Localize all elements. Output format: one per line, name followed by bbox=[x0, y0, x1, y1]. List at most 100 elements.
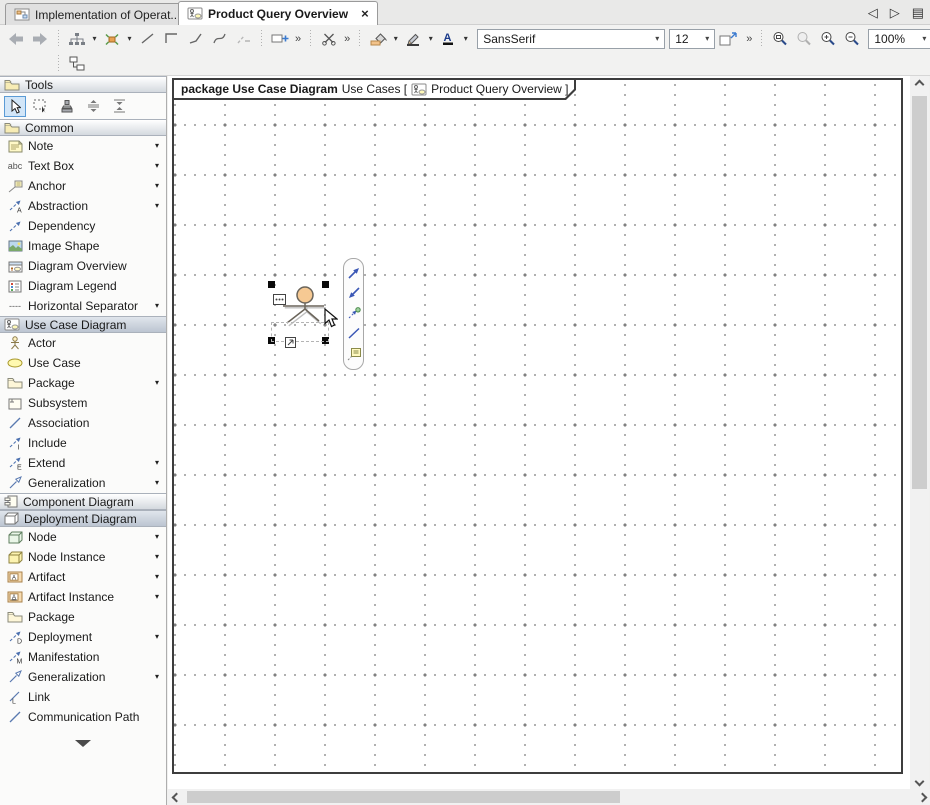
show-containment-button[interactable] bbox=[65, 53, 89, 75]
chevron-down-icon[interactable]: ▾ bbox=[155, 161, 159, 170]
layout-tree-button[interactable] bbox=[65, 28, 89, 50]
diagram-canvas[interactable]: package Use Case Diagram Use Cases [ Pro… bbox=[168, 76, 910, 789]
palette-item-node[interactable]: Node ▾ bbox=[0, 527, 166, 547]
chevron-down-icon[interactable]: ▾ bbox=[390, 34, 401, 43]
path-style-dashed-button[interactable] bbox=[231, 28, 255, 50]
scroll-up-button[interactable] bbox=[911, 76, 927, 92]
palette-item-dependency[interactable]: Dependency bbox=[0, 216, 166, 236]
vertical-scrollbar-thumb[interactable] bbox=[912, 96, 927, 489]
scroll-left-button[interactable] bbox=[168, 789, 184, 805]
fit-in-window-button[interactable] bbox=[768, 28, 792, 50]
vertical-scrollbar[interactable] bbox=[910, 76, 929, 789]
chevron-down-icon[interactable]: ▾ bbox=[155, 672, 159, 681]
path-style-straight-button[interactable] bbox=[135, 28, 159, 50]
zoom-in-button[interactable] bbox=[816, 28, 840, 50]
actor-name-box[interactable] bbox=[271, 322, 329, 342]
selection-tool-button[interactable] bbox=[4, 96, 26, 117]
chevron-down-icon[interactable]: ▾ bbox=[155, 378, 159, 387]
marquee-tool-button[interactable] bbox=[30, 96, 52, 117]
palette-item-diagram-overview[interactable]: Diagram Overview bbox=[0, 256, 166, 276]
quick-layout-button[interactable] bbox=[100, 28, 124, 50]
autosize-button[interactable] bbox=[715, 28, 743, 50]
font-size-select[interactable]: 12 ▾ bbox=[669, 29, 715, 49]
palette-item-artifact[interactable]: A Artifact ▾ bbox=[0, 567, 166, 587]
palette-section-use-case-diagram[interactable]: Use Case Diagram bbox=[0, 316, 166, 333]
chevron-down-icon[interactable]: ▾ bbox=[89, 34, 100, 43]
chevron-down-icon[interactable]: ▾ bbox=[155, 478, 159, 487]
palette-item-include[interactable]: I Include bbox=[0, 433, 166, 453]
palette-item-subsystem[interactable]: Subsystem bbox=[0, 393, 166, 413]
palette-item-use-case[interactable]: Use Case bbox=[0, 353, 166, 373]
palette-item-deployment-generalization[interactable]: Generalization ▾ bbox=[0, 667, 166, 687]
more-buttons-chevron[interactable]: » bbox=[295, 33, 301, 45]
palette-item-communication-path[interactable]: Communication Path bbox=[0, 707, 166, 727]
scroll-down-button[interactable] bbox=[911, 773, 927, 789]
path-style-curved-button[interactable] bbox=[207, 28, 231, 50]
palette-section-tools[interactable]: Tools bbox=[0, 76, 166, 93]
palette-item-note[interactable]: Note ▾ bbox=[0, 136, 166, 156]
palette-item-actor[interactable]: Actor bbox=[0, 333, 166, 353]
chevron-down-icon[interactable]: ▾ bbox=[425, 34, 436, 43]
directed-association-in-button[interactable] bbox=[347, 287, 361, 300]
chevron-down-icon[interactable]: ▾ bbox=[155, 632, 159, 641]
zoom-level-select[interactable]: 100% ▾ bbox=[868, 29, 930, 49]
palette-item-association[interactable]: Association bbox=[0, 413, 166, 433]
palette-item-extend[interactable]: E Extend ▾ bbox=[0, 453, 166, 473]
comment-anchor-button[interactable] bbox=[347, 347, 361, 361]
palette-item-manifestation[interactable]: M Manifestation bbox=[0, 647, 166, 667]
palette-scroll-more-button[interactable] bbox=[0, 735, 166, 751]
association-button[interactable] bbox=[347, 327, 361, 340]
horizontal-scrollbar-thumb[interactable] bbox=[187, 791, 620, 803]
chevron-down-icon[interactable]: ▾ bbox=[155, 532, 159, 541]
hyperlink-icon[interactable] bbox=[285, 337, 296, 348]
palette-item-package[interactable]: Package ▾ bbox=[0, 373, 166, 393]
scroll-right-button[interactable] bbox=[914, 789, 930, 805]
palette-item-deployment-package[interactable]: Package bbox=[0, 607, 166, 627]
back-button[interactable] bbox=[4, 28, 28, 50]
previous-tab-button[interactable]: ◁ bbox=[868, 5, 878, 21]
font-color-button[interactable]: A bbox=[436, 28, 460, 50]
chevron-down-icon[interactable]: ▾ bbox=[155, 301, 159, 310]
dependency-to-target-button[interactable] bbox=[347, 307, 361, 320]
tab-implementation-of-operation[interactable]: Implementation of Operat... bbox=[5, 3, 189, 25]
palette-section-component-diagram[interactable]: Component Diagram bbox=[0, 493, 166, 510]
show-hide-parts-button[interactable] bbox=[268, 28, 292, 50]
chevron-down-icon[interactable]: ▾ bbox=[155, 458, 159, 467]
chevron-down-icon[interactable]: ▾ bbox=[155, 552, 159, 561]
palette-item-node-instance[interactable]: Node Instance ▾ bbox=[0, 547, 166, 567]
vertical-split-tool-button[interactable] bbox=[82, 96, 104, 117]
palette-item-deployment[interactable]: D Deployment ▾ bbox=[0, 627, 166, 647]
more-buttons-chevron[interactable]: » bbox=[746, 33, 752, 45]
palette-item-diagram-legend[interactable]: Diagram Legend bbox=[0, 276, 166, 296]
zoom-out-button[interactable] bbox=[840, 28, 864, 50]
cut-button[interactable] bbox=[317, 28, 341, 50]
path-style-rectilinear-button[interactable] bbox=[159, 28, 183, 50]
forward-button[interactable] bbox=[28, 28, 52, 50]
chevron-down-icon[interactable]: ▾ bbox=[155, 141, 159, 150]
palette-item-artifact-instance[interactable]: A Artifact Instance ▾ bbox=[0, 587, 166, 607]
diagram-frame[interactable]: package Use Case Diagram Use Cases [ Pro… bbox=[172, 78, 903, 774]
palette-item-horizontal-separator[interactable]: ---- Horizontal Separator ▾ bbox=[0, 296, 166, 316]
chevron-down-icon[interactable]: ▾ bbox=[155, 201, 159, 210]
palette-item-abstraction[interactable]: A Abstraction ▾ bbox=[0, 196, 166, 216]
palette-section-common[interactable]: Common bbox=[0, 119, 166, 136]
directed-association-out-button[interactable] bbox=[347, 267, 361, 280]
tab-product-query-overview[interactable]: Product Query Overview × bbox=[178, 1, 378, 25]
close-icon[interactable]: × bbox=[361, 9, 369, 19]
selected-actor-element[interactable] bbox=[272, 285, 325, 340]
palette-item-link[interactable]: L Link bbox=[0, 687, 166, 707]
sticky-tool-button[interactable] bbox=[56, 96, 78, 117]
palette-item-text-box[interactable]: abc Text Box ▾ bbox=[0, 156, 166, 176]
line-color-button[interactable] bbox=[401, 28, 425, 50]
chevron-down-icon[interactable]: ▾ bbox=[155, 572, 159, 581]
tab-list-button[interactable]: ▤ bbox=[912, 5, 924, 21]
zoom-selection-button[interactable] bbox=[792, 28, 816, 50]
chevron-down-icon[interactable]: ▾ bbox=[155, 592, 159, 601]
vertical-collapse-tool-button[interactable] bbox=[108, 96, 130, 117]
path-style-oblique-button[interactable] bbox=[183, 28, 207, 50]
palette-item-generalization[interactable]: Generalization ▾ bbox=[0, 473, 166, 493]
chevron-down-icon[interactable]: ▾ bbox=[460, 34, 471, 43]
chevron-down-icon[interactable]: ▾ bbox=[155, 181, 159, 190]
palette-section-deployment-diagram[interactable]: Deployment Diagram bbox=[0, 510, 166, 527]
more-buttons-chevron[interactable]: » bbox=[344, 33, 350, 45]
